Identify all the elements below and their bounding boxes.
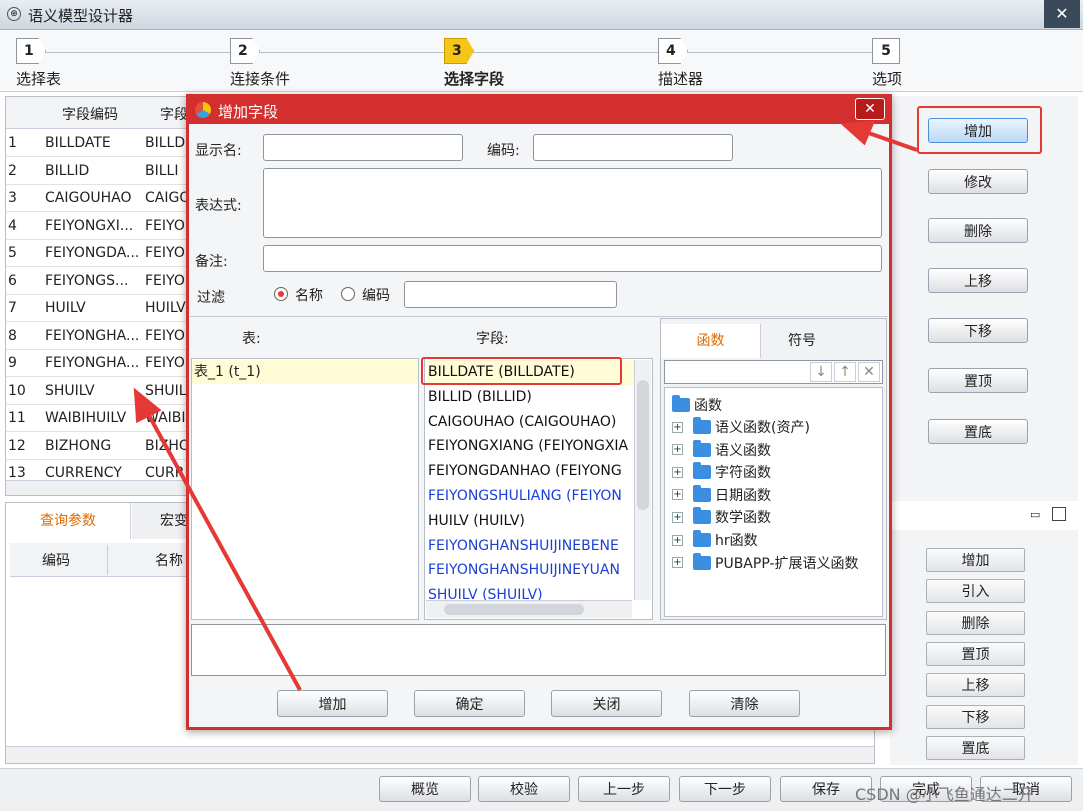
arrow-line-bottom xyxy=(144,409,302,691)
arrow-head-bottom xyxy=(133,387,162,424)
annotation-arrows xyxy=(133,120,918,691)
arrow-head-top xyxy=(840,120,876,146)
